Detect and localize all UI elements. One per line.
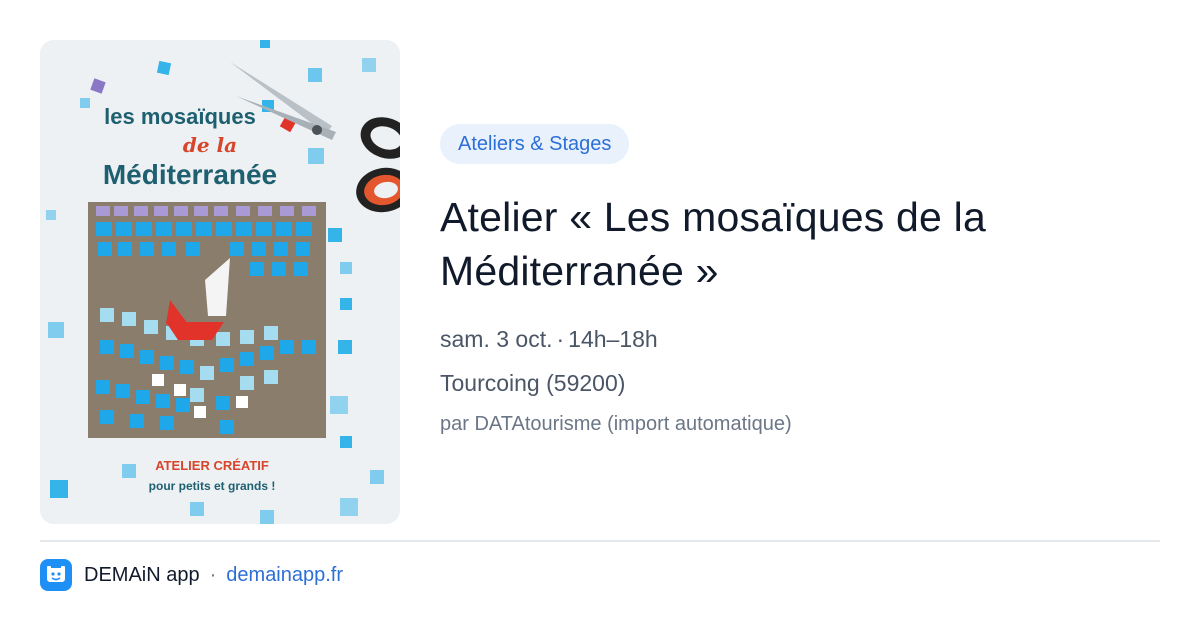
footer-divider xyxy=(40,540,1160,542)
poster-title-line1: les mosaïques xyxy=(104,104,256,129)
footer-separator: · xyxy=(209,563,217,586)
app-name[interactable]: DEMAiN app xyxy=(84,564,200,587)
event-info: Ateliers & Stages Atelier « Les mosaïque… xyxy=(440,124,1140,438)
event-location: Tourcoing (59200) xyxy=(440,370,626,396)
datetime-separator: · xyxy=(556,326,565,352)
poster-title-line2: de la xyxy=(183,133,237,157)
event-title[interactable]: Atelier « Les mosaïques de la Méditerran… xyxy=(440,190,1140,298)
event-time: 14h–18h xyxy=(568,326,658,352)
app-logo-icon xyxy=(40,559,72,591)
event-image[interactable]: les mosaïques de la Méditerranée ATELIER… xyxy=(40,40,400,524)
app-domain-link[interactable]: demainapp.fr xyxy=(226,564,343,587)
poster-tagline-2: pour petits et grands ! xyxy=(149,479,276,493)
footer: DEMAiN app · demainapp.fr xyxy=(40,558,343,592)
poster-tagline-1: ATELIER CRÉATIF xyxy=(155,458,269,473)
poster-title-line3: Méditerranée xyxy=(103,159,277,190)
event-source: par DATAtourisme (import automatique) xyxy=(440,413,792,435)
category-badge[interactable]: Ateliers & Stages xyxy=(440,124,630,164)
mosaic-poster-illustration: les mosaïques de la Méditerranée ATELIER… xyxy=(40,40,400,524)
event-datetime: sam. 3 oct. · 14h–18h xyxy=(440,324,1140,354)
event-date: sam. 3 oct. xyxy=(440,326,553,352)
